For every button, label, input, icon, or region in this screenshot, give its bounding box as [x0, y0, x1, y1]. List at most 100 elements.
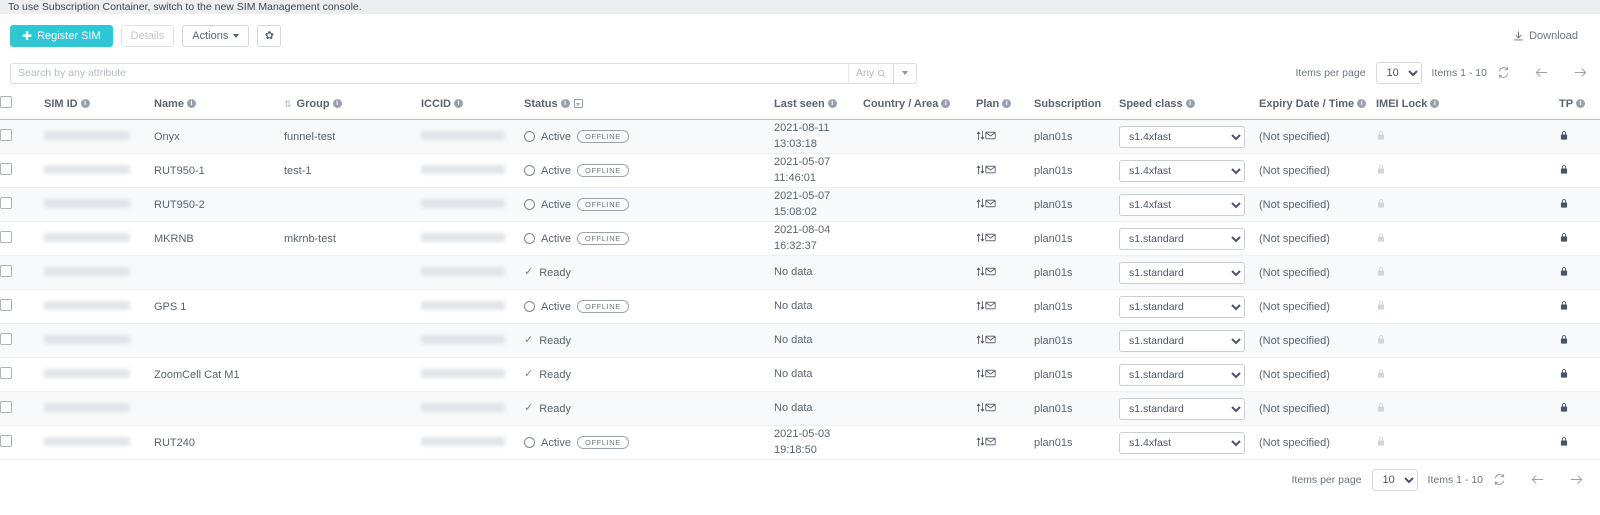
cell-subscription: plan01s: [1034, 221, 1119, 256]
lock-open-icon[interactable]: [1376, 198, 1386, 212]
speed-class-select[interactable]: s1.minimums1.slows1.standards1.fasts1.4x…: [1119, 295, 1245, 318]
column-header-group[interactable]: ⇅ Group i: [284, 88, 421, 120]
speed-class-select[interactable]: s1.minimums1.slows1.standards1.fasts1.4x…: [1119, 227, 1245, 250]
column-header-plan[interactable]: Plan i: [976, 88, 1034, 120]
items-per-page-select-top[interactable]: 10: [1375, 62, 1422, 84]
column-header-speed-class[interactable]: Speed class i: [1119, 88, 1259, 120]
lock-icon[interactable]: [1559, 164, 1569, 178]
row-checkbox[interactable]: [0, 367, 12, 379]
row-checkbox[interactable]: [0, 333, 12, 345]
register-sim-button[interactable]: ✚ Register SIM: [10, 25, 113, 47]
search-input[interactable]: [10, 62, 848, 84]
speed-class-select[interactable]: s1.minimums1.slows1.standards1.fasts1.4x…: [1119, 261, 1245, 284]
lock-open-icon[interactable]: [1376, 402, 1386, 416]
column-header-country-area[interactable]: Country / Area i: [863, 88, 976, 120]
cell-iccid: [421, 425, 524, 460]
search-scope-button[interactable]: Any: [848, 62, 894, 84]
lock-open-icon[interactable]: [1376, 300, 1386, 314]
table-row[interactable]: RUT240 Active OFFLINE 2021-05-03 19:18:50 …: [0, 425, 1600, 460]
search-filter-dropdown-button[interactable]: [893, 62, 918, 84]
cell-sim-id: [44, 221, 154, 256]
details-button[interactable]: Details: [120, 25, 175, 47]
lock-open-icon[interactable]: [1376, 164, 1386, 178]
table-row[interactable]: ✓ Ready No data plan01s s1.minimums1.slow…: [0, 255, 1600, 290]
sort-icon[interactable]: ⇅: [284, 99, 291, 110]
prev-page-button-bottom[interactable]: [1530, 473, 1545, 488]
column-header-sim-id[interactable]: SIM ID i: [44, 88, 154, 120]
lock-icon[interactable]: [1559, 368, 1569, 382]
table-row[interactable]: Onyx funnel-test Active OFFLINE 2021-08-1…: [0, 119, 1600, 154]
next-page-button-top[interactable]: [1573, 66, 1588, 81]
lock-icon[interactable]: [1559, 402, 1569, 416]
info-icon[interactable]: i: [453, 99, 463, 109]
column-header-imei-lock[interactable]: IMEI Lock i: [1376, 88, 1559, 120]
table-row[interactable]: ZoomCell Cat M1 ✓ Ready No data plan01s s…: [0, 357, 1600, 392]
row-checkbox[interactable]: [0, 435, 12, 447]
table-row[interactable]: GPS 1 Active OFFLINE No data plan01s s1.m…: [0, 289, 1600, 324]
column-header-tp[interactable]: TP i: [1559, 88, 1600, 120]
info-icon[interactable]: i: [80, 99, 90, 109]
lock-open-icon[interactable]: [1376, 266, 1386, 280]
cell-country-area: [863, 425, 976, 460]
table-row[interactable]: MKRNB mkrnb-test Active OFFLINE 2021-08-0…: [0, 221, 1600, 256]
row-checkbox[interactable]: [0, 401, 12, 413]
info-icon[interactable]: i: [1357, 99, 1367, 109]
row-checkbox[interactable]: [0, 163, 12, 175]
row-checkbox[interactable]: [0, 197, 12, 209]
speed-class-select[interactable]: s1.minimums1.slows1.standards1.fasts1.4x…: [1119, 125, 1245, 148]
info-icon[interactable]: i: [560, 99, 570, 109]
info-icon[interactable]: i: [827, 99, 837, 109]
refresh-icon[interactable]: [1497, 66, 1510, 81]
download-button[interactable]: Download: [1513, 30, 1578, 42]
lock-open-icon[interactable]: [1376, 130, 1386, 144]
info-icon[interactable]: i: [332, 99, 342, 109]
refresh-icon[interactable]: [1493, 473, 1506, 488]
settings-button[interactable]: ✿: [257, 25, 282, 47]
prev-page-button-top[interactable]: [1534, 66, 1549, 81]
next-page-button-bottom[interactable]: [1569, 473, 1584, 488]
lock-icon[interactable]: [1559, 232, 1569, 246]
lock-icon[interactable]: [1559, 198, 1569, 212]
speed-class-select[interactable]: s1.minimums1.slows1.standards1.fasts1.4x…: [1119, 431, 1245, 454]
table-row[interactable]: ✓ Ready No data plan01s s1.minimums1.slow…: [0, 391, 1600, 426]
column-header-expiry[interactable]: Expiry Date / Time i: [1259, 88, 1376, 120]
speed-class-select[interactable]: s1.minimums1.slows1.standards1.fasts1.4x…: [1119, 363, 1245, 386]
table-row[interactable]: RUT950-1 test-1 Active OFFLINE 2021-05-07…: [0, 153, 1600, 188]
column-header-name[interactable]: Name i: [154, 88, 284, 120]
row-checkbox[interactable]: [0, 265, 12, 277]
speed-class-select[interactable]: s1.minimums1.slows1.standards1.fasts1.4x…: [1119, 329, 1245, 352]
lock-icon[interactable]: [1559, 266, 1569, 280]
info-icon[interactable]: i: [1185, 99, 1195, 109]
row-checkbox[interactable]: [0, 129, 12, 141]
column-header-status[interactable]: Status i: [524, 88, 774, 120]
lock-open-icon[interactable]: [1376, 334, 1386, 348]
info-icon[interactable]: i: [1576, 99, 1586, 109]
table-row[interactable]: RUT950-2 Active OFFLINE 2021-05-07 15:08:0…: [0, 187, 1600, 222]
items-per-page-select-bottom[interactable]: 10: [1371, 469, 1418, 491]
table-row[interactable]: ✓ Ready No data plan01s s1.minimums1.slow…: [0, 323, 1600, 358]
lock-open-icon[interactable]: [1376, 368, 1386, 382]
lock-open-icon[interactable]: [1376, 232, 1386, 246]
info-icon[interactable]: i: [186, 99, 196, 109]
filter-icon[interactable]: [573, 99, 583, 109]
lock-icon[interactable]: [1559, 130, 1569, 144]
speed-class-select[interactable]: s1.minimums1.slows1.standards1.fasts1.4x…: [1119, 159, 1245, 182]
row-checkbox[interactable]: [0, 231, 12, 243]
select-all-checkbox[interactable]: [0, 96, 12, 108]
column-header-subscription[interactable]: Subscription: [1034, 88, 1119, 120]
column-header-iccid[interactable]: ICCID i: [421, 88, 524, 120]
info-icon[interactable]: i: [1002, 99, 1012, 109]
lock-icon[interactable]: [1559, 300, 1569, 314]
cell-sim-id: [44, 187, 154, 222]
speed-class-select[interactable]: s1.minimums1.slows1.standards1.fasts1.4x…: [1119, 193, 1245, 216]
lock-icon[interactable]: [1559, 334, 1569, 348]
row-checkbox[interactable]: [0, 299, 12, 311]
column-header-last-seen[interactable]: Last seen i: [774, 88, 863, 120]
lock-icon[interactable]: [1559, 436, 1569, 450]
speed-class-select[interactable]: s1.minimums1.slows1.standards1.fasts1.4x…: [1119, 397, 1245, 420]
info-icon[interactable]: i: [941, 99, 951, 109]
cell-country-area: [863, 153, 976, 188]
actions-button[interactable]: Actions: [182, 25, 250, 47]
lock-open-icon[interactable]: [1376, 436, 1386, 450]
info-icon[interactable]: i: [1430, 99, 1440, 109]
